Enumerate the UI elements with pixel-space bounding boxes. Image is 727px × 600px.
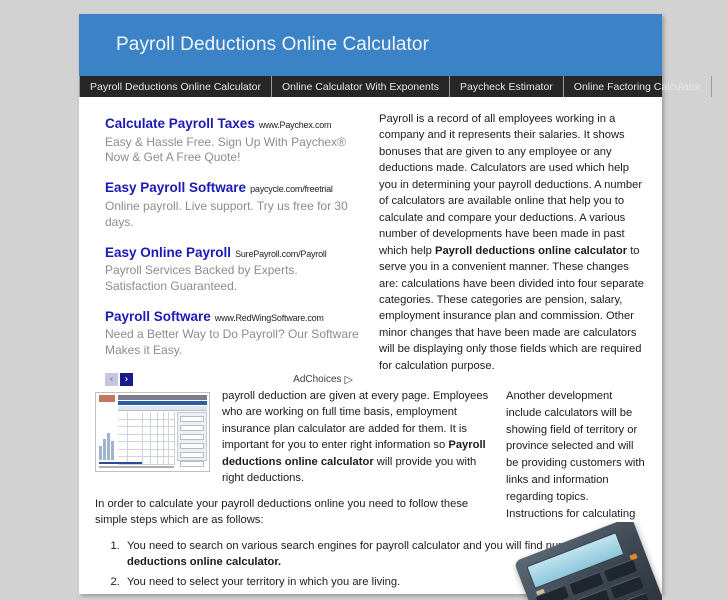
ad-title-link[interactable]: Easy Online Payroll	[105, 245, 231, 260]
ad-display-url: SurePayroll.com/Payroll	[235, 248, 327, 259]
figure-and-note-row: Another development include calculators …	[95, 388, 646, 594]
nav-item-online-calculator-with-exponents[interactable]: Online Calculator With Exponents	[272, 76, 450, 97]
nav-item-online-factoring-calculator[interactable]: Online Factoring Calculator	[564, 76, 713, 97]
ad-description: Need a Better Way to Do Payroll? Our Sof…	[105, 327, 359, 358]
ad-heading: Payroll Software www.RedWingSoftware.com	[105, 308, 361, 326]
page-title: Payroll Deductions Online Calculator	[116, 34, 430, 55]
two-column-layout: Calculate Payroll Taxes www.Paychex.com E…	[95, 111, 646, 386]
para1-keyword: Payroll deductions online calculator	[434, 244, 628, 257]
ad-pagination: ‹ ›	[105, 373, 133, 386]
payroll-software-screenshot	[95, 392, 210, 472]
ad-description: Payroll Services Backed by Experts. Sati…	[105, 263, 298, 293]
nav-item-payroll-deductions-online-calculator[interactable]: Payroll Deductions Online Calculator	[79, 76, 272, 97]
ad-description: Easy & Hassle Free. Sign Up With Paychex…	[105, 134, 346, 165]
article-side-note: Another development include calculators …	[506, 390, 645, 520]
ad-title-link[interactable]: Payroll Software	[105, 309, 211, 324]
screenshot-bar-chart	[99, 426, 116, 460]
ad-heading: Easy Online Payroll SurePayroll.com/Payro…	[105, 244, 361, 262]
para1-text-b: to serve you in a convenient manner. The…	[379, 244, 644, 372]
ad-display-url: www.Paychex.com	[258, 120, 332, 130]
adchoices-label: AdChoices	[293, 374, 342, 385]
screenshot-toolbar	[118, 406, 207, 411]
screenshot-data-grid	[118, 412, 175, 465]
article-paragraph-1: Payroll is a record of all employees wor…	[379, 111, 646, 374]
nav-item-label: Online Calculator With Exponents	[282, 80, 439, 93]
adchoices-triangle-icon: ▷	[344, 374, 353, 386]
ad-block: Payroll Software www.RedWingSoftware.com …	[105, 308, 361, 359]
screenshot-menubar	[118, 401, 207, 405]
ad-title-link[interactable]: Easy Payroll Software	[105, 180, 246, 195]
step-text: You need to select your territory in whi…	[127, 576, 401, 589]
nav-item-paycheck-estimator[interactable]: Paycheck Estimator	[450, 76, 564, 97]
nav-item-label: Payroll Deductions Online Calculator	[90, 80, 261, 93]
main-navigation: Payroll Deductions Online Calculator Onl…	[79, 76, 713, 99]
list-item: You need to search on various search eng…	[123, 538, 646, 572]
nav-item-label: Online Factoring Calculator	[573, 80, 702, 93]
screenshot-logo-icon	[99, 395, 115, 402]
screenshot-side-panel	[177, 412, 207, 467]
ad-display-url: paycycle.com/freetrial	[250, 184, 333, 195]
next-arrow-icon[interactable]: ›	[120, 373, 133, 386]
para1-text-a: Payroll is a record of all employees wor…	[379, 113, 643, 257]
page-container: Payroll Deductions Online Calculator Pay…	[79, 14, 713, 600]
ad-column: Calculate Payroll Taxes www.Paychex.com E…	[95, 111, 369, 386]
ad-display-url: www.RedWingSoftware.com	[214, 312, 324, 323]
article-intro-column: Payroll is a record of all employees wor…	[369, 111, 646, 383]
screenshot-titlebar	[118, 395, 207, 400]
steps-list: You need to search on various search eng…	[95, 538, 646, 591]
ad-heading: Calculate Payroll Taxes www.Paychex.com	[105, 115, 361, 133]
ad-footer: ‹ › AdChoices ▷	[105, 373, 361, 386]
screenshot-footer	[99, 462, 206, 469]
ad-heading: Easy Payroll Software paycycle.com/freetr…	[105, 179, 361, 197]
nav-item-label: Paycheck Estimator	[460, 80, 553, 93]
site-banner: Payroll Deductions Online Calculator	[79, 14, 662, 76]
step-text: You need to search on various search eng…	[127, 539, 600, 552]
previous-arrow-icon[interactable]: ‹	[105, 373, 118, 386]
ad-block: Easy Payroll Software paycycle.com/freetr…	[105, 179, 361, 230]
screenshot-window	[96, 393, 209, 471]
list-item: You need to select your territory in whi…	[123, 574, 646, 591]
adchoices-link[interactable]: AdChoices ▷	[293, 373, 353, 386]
ad-block: Calculate Payroll Taxes www.Paychex.com E…	[105, 115, 361, 166]
ad-block: Easy Online Payroll SurePayroll.com/Payro…	[105, 244, 361, 295]
page-content: Calculate Payroll Taxes www.Paychex.com E…	[79, 99, 662, 600]
ad-description: Online payroll. Live support. Try us fre…	[105, 198, 348, 229]
ad-title-link[interactable]: Calculate Payroll Taxes	[105, 116, 255, 131]
